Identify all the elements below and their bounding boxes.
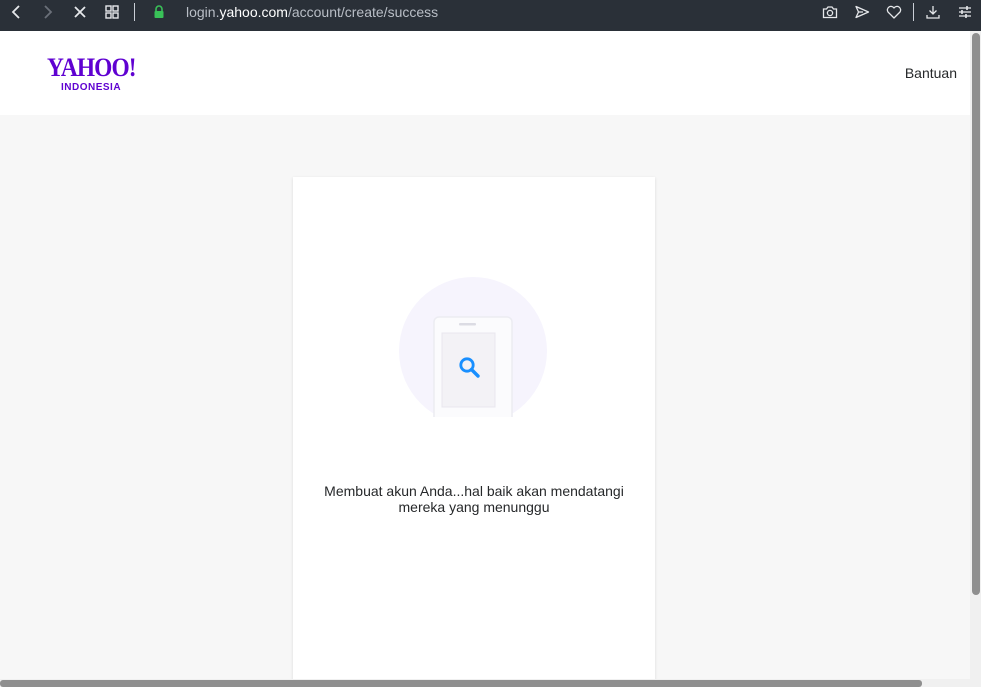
- site-header: YAHOO! INDONESIA Bantuan: [0, 31, 970, 115]
- forward-button[interactable]: [32, 0, 64, 24]
- url-path: /account/create/success: [287, 4, 439, 20]
- heart-icon: [886, 5, 902, 19]
- bookmark-heart-button[interactable]: [878, 0, 910, 24]
- toolbar-actions: [814, 0, 981, 24]
- url-domain: yahoo.com: [219, 4, 288, 20]
- send-icon: [855, 5, 870, 19]
- logo-region: INDONESIA: [61, 82, 122, 93]
- send-button[interactable]: [846, 0, 878, 24]
- searching-illustration: [398, 277, 548, 417]
- lock-icon: [154, 5, 164, 18]
- vertical-scrollbar[interactable]: [970, 31, 981, 687]
- status-message-line-2: mereka yang menunggu: [398, 499, 550, 515]
- address-bar[interactable]: login.yahoo.com/account/create/success: [186, 4, 438, 20]
- stop-icon: [74, 6, 86, 18]
- horizontal-scrollbar-thumb[interactable]: [0, 680, 922, 687]
- secure-connection-indicator[interactable]: [152, 5, 166, 24]
- account-creation-card: Membuat akun Anda...hal baik akan mendat…: [293, 177, 655, 687]
- snapshot-button[interactable]: [814, 0, 846, 24]
- status-message: Membuat akun Anda...hal baik akan mendat…: [293, 483, 655, 515]
- toolbar-separator: [913, 3, 914, 21]
- browser-toolbar: login.yahoo.com/account/create/success: [0, 0, 981, 31]
- help-link[interactable]: Bantuan: [905, 65, 957, 81]
- camera-icon: [822, 6, 838, 19]
- horizontal-scrollbar[interactable]: [0, 679, 970, 687]
- vertical-scrollbar-thumb[interactable]: [972, 33, 980, 595]
- yahoo-logo[interactable]: YAHOO! INDONESIA: [47, 53, 146, 94]
- downloads-button[interactable]: [917, 0, 949, 24]
- tabs-grid-icon: [105, 5, 119, 19]
- forward-icon: [44, 5, 53, 19]
- url-prefix: login.: [186, 4, 220, 20]
- settings-sliders-icon: [959, 6, 971, 18]
- stop-button[interactable]: [64, 0, 96, 24]
- easy-setup-button[interactable]: [949, 0, 981, 24]
- toolbar-separator: [134, 3, 135, 21]
- back-button[interactable]: [0, 0, 32, 24]
- back-icon: [11, 5, 20, 19]
- tabs-button[interactable]: [96, 0, 128, 24]
- download-icon: [926, 6, 940, 19]
- logo-wordmark: YAHOO!: [47, 53, 137, 82]
- status-message-line-1: Membuat akun Anda...hal baik akan mendat…: [324, 483, 624, 499]
